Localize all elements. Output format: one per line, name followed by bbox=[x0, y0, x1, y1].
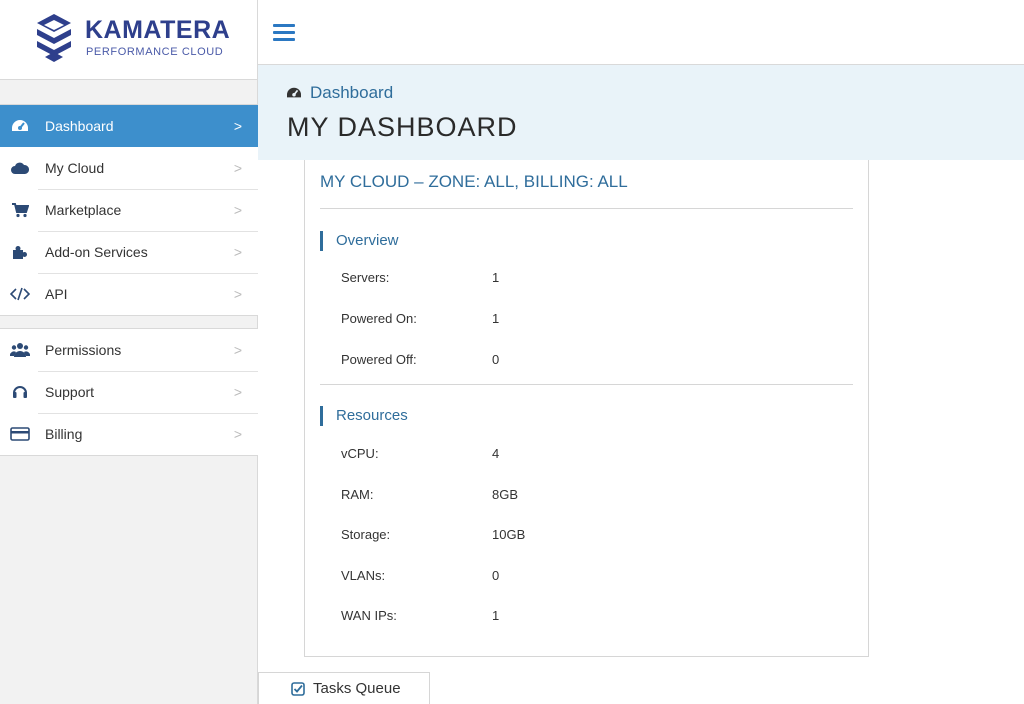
stat-row-powered-off: Powered Off: 0 bbox=[341, 352, 499, 367]
stat-label: vCPU: bbox=[341, 446, 379, 461]
stat-row-wan-ips: WAN IPs: 1 bbox=[341, 608, 499, 623]
cart-icon bbox=[0, 202, 40, 218]
stat-row-powered-on: Powered On: 1 bbox=[341, 311, 499, 326]
stat-row-vcpu: vCPU: 4 bbox=[341, 446, 499, 461]
sidebar-item-label: Billing bbox=[45, 426, 83, 442]
stat-value: 0 bbox=[492, 568, 500, 583]
sidebar-item-permissions[interactable]: Permissions > bbox=[0, 329, 258, 371]
code-icon bbox=[0, 287, 40, 301]
sidebar-item-label: API bbox=[45, 286, 68, 302]
stat-row-ram: RAM: 8GB bbox=[341, 487, 518, 502]
stat-label: WAN IPs: bbox=[341, 608, 397, 623]
stat-value: 0 bbox=[492, 352, 500, 367]
sidebar-item-my-cloud[interactable]: My Cloud > bbox=[0, 147, 258, 189]
dashboard-gauge-icon bbox=[286, 86, 302, 100]
headset-icon bbox=[0, 384, 40, 400]
sidebar-item-support[interactable]: Support > bbox=[0, 371, 258, 413]
stat-label: VLANs: bbox=[341, 568, 386, 583]
breadcrumb-label: Dashboard bbox=[310, 83, 394, 102]
logo[interactable]: KAMATERA PERFORMANCE CLOUD bbox=[0, 0, 257, 80]
card-title: MY CLOUD – ZONE: ALL, BILLING: ALL bbox=[320, 172, 628, 191]
divider bbox=[320, 384, 853, 385]
credit-card-icon bbox=[0, 427, 40, 441]
puzzle-icon bbox=[0, 244, 40, 260]
cloud-summary-card: MY CLOUD – ZONE: ALL, BILLING: ALL Overv… bbox=[304, 160, 869, 657]
stat-value: 10GB bbox=[492, 527, 526, 542]
breadcrumb[interactable]: Dashboard bbox=[286, 83, 393, 103]
tasks-queue-tab[interactable]: Tasks Queue bbox=[258, 672, 430, 704]
stat-row-servers: Servers: 1 bbox=[341, 270, 499, 285]
sidebar: KAMATERA PERFORMANCE CLOUD Dashboard > M… bbox=[0, 0, 258, 704]
users-icon bbox=[0, 342, 40, 358]
chevron-right-icon: > bbox=[233, 202, 243, 218]
chevron-right-icon: > bbox=[233, 118, 243, 134]
kamatera-logo-icon bbox=[37, 14, 71, 62]
stat-label: Servers: bbox=[341, 270, 390, 285]
stat-row-vlans: VLANs: 0 bbox=[341, 568, 499, 583]
sidebar-item-dashboard[interactable]: Dashboard > bbox=[0, 105, 258, 147]
cloud-icon bbox=[0, 161, 40, 175]
brand-tagline: PERFORMANCE CLOUD bbox=[86, 46, 224, 58]
sidebar-item-label: Dashboard bbox=[45, 118, 114, 134]
chevron-right-icon: > bbox=[233, 286, 243, 302]
stat-value: 4 bbox=[492, 446, 500, 461]
stat-value: 1 bbox=[492, 311, 500, 326]
sidebar-item-label: Add-on Services bbox=[45, 244, 148, 260]
sidebar-item-billing[interactable]: Billing > bbox=[0, 413, 258, 455]
page-title: MY DASHBOARD bbox=[287, 112, 518, 142]
sidebar-item-label: Support bbox=[45, 384, 95, 400]
stat-value: 1 bbox=[492, 608, 500, 623]
stat-label: Powered On: bbox=[341, 311, 417, 326]
stat-label: RAM: bbox=[341, 487, 374, 502]
page-header: Dashboard MY DASHBOARD bbox=[258, 65, 1024, 160]
sidebar-item-api[interactable]: API > bbox=[0, 273, 258, 315]
sidebar-secondary-nav: Permissions > Support > Billing > bbox=[0, 328, 258, 456]
divider bbox=[320, 208, 853, 209]
chevron-right-icon: > bbox=[233, 160, 243, 176]
sidebar-item-label: My Cloud bbox=[45, 160, 105, 176]
chevron-right-icon: > bbox=[233, 384, 243, 400]
stat-label: Powered Off: bbox=[341, 352, 417, 367]
stat-value: 1 bbox=[492, 270, 500, 285]
tasks-queue-label: Tasks Queue bbox=[313, 680, 401, 697]
stat-row-storage: Storage: 10GB bbox=[341, 527, 525, 542]
sidebar-item-add-on-services[interactable]: Add-on Services > bbox=[0, 231, 258, 273]
stat-label: Storage: bbox=[341, 527, 391, 542]
stat-value: 8GB bbox=[492, 487, 519, 502]
sidebar-item-marketplace[interactable]: Marketplace > bbox=[0, 189, 258, 231]
sidebar-item-label: Marketplace bbox=[45, 202, 122, 218]
dashboard-gauge-icon bbox=[0, 118, 40, 134]
section-title-overview: Overview bbox=[320, 231, 399, 251]
brand-name: KAMATERA bbox=[85, 16, 231, 44]
top-bar bbox=[258, 0, 1024, 65]
sidebar-item-label: Permissions bbox=[45, 342, 122, 358]
chevron-right-icon: > bbox=[233, 426, 243, 442]
hamburger-menu-icon[interactable] bbox=[273, 24, 295, 42]
chevron-right-icon: > bbox=[233, 342, 243, 358]
checkbox-checked-icon bbox=[291, 681, 305, 696]
sidebar-primary-nav: Dashboard > My Cloud > Marketplace > Add… bbox=[0, 104, 258, 316]
section-title-resources: Resources bbox=[320, 406, 408, 426]
chevron-right-icon: > bbox=[233, 244, 243, 260]
